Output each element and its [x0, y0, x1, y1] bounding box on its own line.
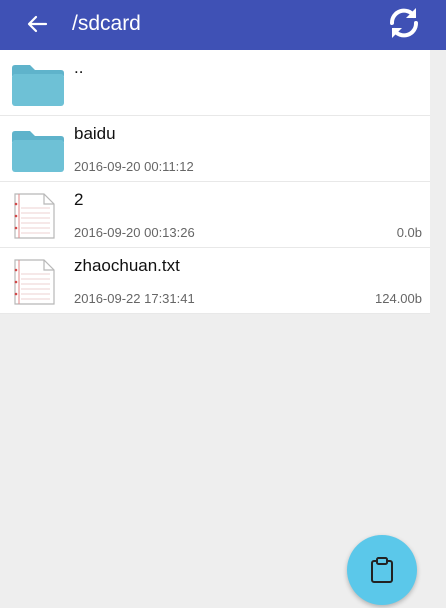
clipboard-icon [371, 557, 393, 583]
folder-icon [12, 65, 64, 106]
file-date: 2016-09-22 17:31:41 [74, 291, 195, 306]
list-item-folder[interactable]: baidu 2016-09-20 00:11:12 [0, 116, 430, 182]
paste-fab-button[interactable] [347, 535, 417, 605]
file-date: 2016-09-20 00:13:26 [74, 225, 195, 240]
path-title: /sdcard [72, 12, 141, 35]
file-size: 0.0b [396, 225, 422, 240]
file-name: zhaochuan.txt [74, 256, 180, 275]
list-item-file[interactable]: 2 2016-09-20 00:13:26 0.0b [0, 182, 430, 248]
app-bar: /sdcard [0, 0, 446, 50]
list-item-file[interactable]: zhaochuan.txt 2016-09-22 17:31:41 124.00… [0, 248, 430, 314]
refresh-button[interactable] [384, 3, 424, 43]
file-date: 2016-09-20 00:11:12 [74, 159, 194, 174]
folder-icon [12, 131, 64, 172]
document-icon [14, 259, 55, 305]
file-list: .. baidu 2016-09-20 00:11:12 2 2016-09-2… [0, 50, 430, 314]
file-name: 2 [74, 190, 84, 209]
document-icon [14, 193, 55, 239]
refresh-icon [389, 8, 419, 38]
file-name: .. [74, 58, 84, 77]
file-name: baidu [74, 124, 116, 143]
arrow-left-icon [27, 15, 48, 33]
back-button[interactable] [22, 8, 52, 40]
file-size: 124.00b [375, 291, 422, 306]
list-item-parent[interactable]: .. [0, 50, 430, 116]
